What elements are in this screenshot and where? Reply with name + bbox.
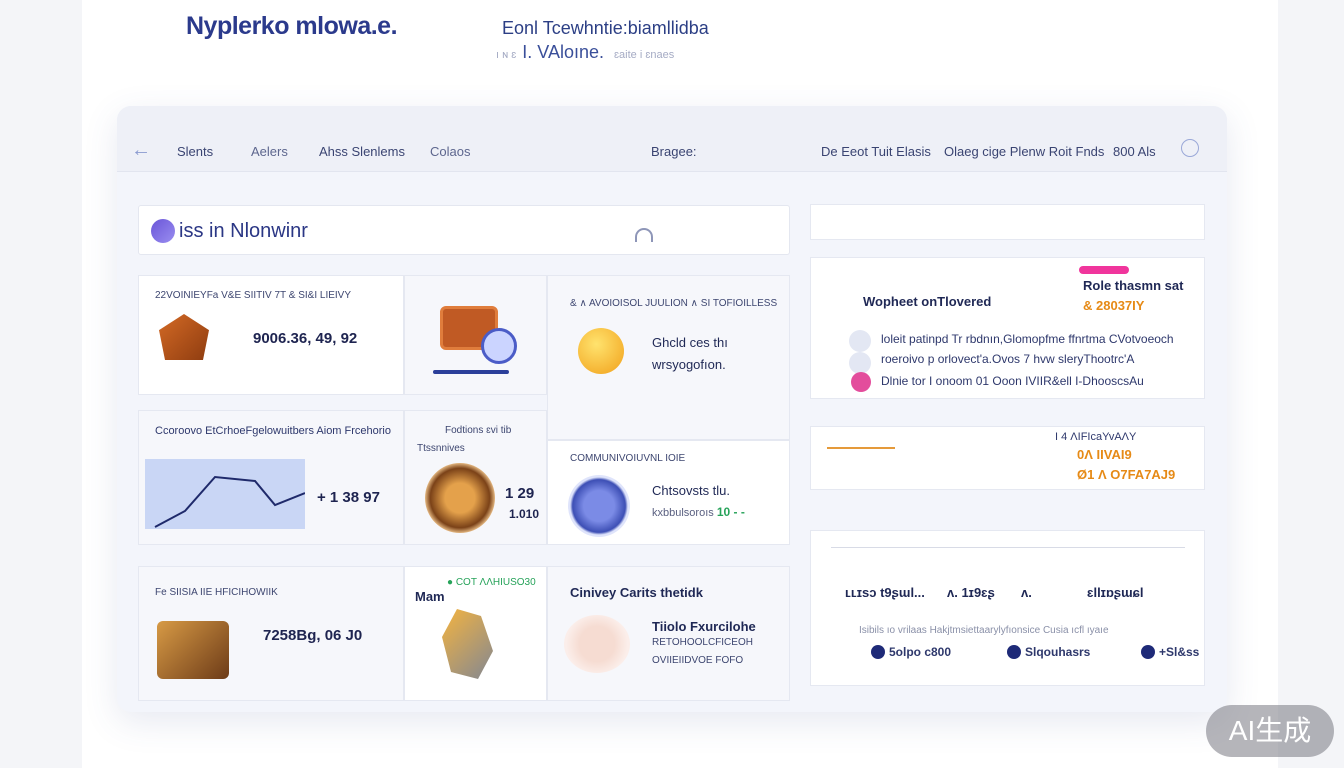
right-card-1-title: Wopheet onTlovered — [863, 294, 992, 309]
wallet-icon — [157, 621, 229, 679]
card-5-value-2: 1.010 — [509, 507, 540, 521]
back-arrow-icon[interactable]: ← — [131, 139, 151, 162]
profile-circle-icon[interactable] — [1181, 139, 1199, 157]
globe-icon — [481, 328, 517, 364]
card-3-label: & ∧ AVOIOISOL JUULION ∧ SI TOFIOILLESS — [570, 298, 778, 309]
card-4-label: Ccoroovo EtCrhoeFgelowuitbers Aiom Frceh… — [155, 425, 391, 437]
right-card-1-tag-2: & 28037IY — [1083, 298, 1145, 313]
card-5[interactable]: Fodtions ɛvi tib Ttssnnives 1 29 1.010 — [404, 410, 547, 545]
card-3-text-2: wrsyogofıon. — [652, 357, 726, 372]
right-top-card[interactable] — [810, 204, 1205, 240]
egg-icon — [564, 615, 630, 673]
right-card-3-caption: Isibils ıo vrilaas Hakjtmsiettaarylyfıon… — [859, 625, 1109, 636]
globe-3-icon — [1141, 645, 1155, 659]
right-card-3-col-2: ʌ. 1ɪ9ɛʂ — [947, 585, 995, 600]
nav-right-2[interactable]: Olaeg cige Plenw Roit Fnds — [944, 144, 1104, 159]
card-6-text-2-suffix: 10 - - — [716, 505, 745, 519]
right-card-2-line-3: Ø1 Λ O7FA7AJ9 — [1077, 467, 1176, 482]
right-card-3-divider — [831, 547, 1185, 548]
right-card-2-line-1: I 4 ΛIFIcaYvAΛY — [1055, 431, 1137, 443]
card-1[interactable]: 22VOINIEYFa V&E SIITIV 7T & SI&I LIEIVY … — [138, 275, 404, 395]
card-7-value: 7258Bg, 06 J0 — [263, 627, 363, 644]
right-card-1-tag-1: Role thasmn sat — [1083, 278, 1184, 293]
app-window: ← Slents Aelers Ahss Slenlems Colaos Bra… — [117, 106, 1227, 712]
card-3-text-1: Ghcld ces thı — [652, 335, 728, 350]
house-icon — [159, 314, 209, 360]
card-8-sub: Mam — [415, 589, 445, 604]
card-9[interactable]: Cinivey Carits thetidk Tiiolo Fxurcilohe… — [547, 566, 790, 701]
avatar-1-icon — [849, 330, 871, 352]
page-subtitle-main: I. VAloıne. — [522, 42, 605, 62]
card-9-text-2: RETOHOOLCFICEOH — [652, 637, 753, 648]
page-subtitle-suffix: ɛaite i ɛnaes — [614, 49, 675, 61]
page-subtitle-prefix: ı ɴ ɛ — [496, 49, 517, 61]
ai-generated-watermark: AI生成 — [1206, 705, 1334, 757]
right-card-1-row-3: Dlnie tor I onoom 01 Ooon IVIIR&ell I-Dh… — [881, 374, 1144, 388]
nav-right-1[interactable]: De Eeot Tuit Elasis — [821, 144, 931, 159]
card-3[interactable]: & ∧ AVOIOISOL JUULION ∧ SI TOFIOILLESS G… — [547, 275, 790, 440]
right-card-1-row-2: roeroivo p orlovect'a.Ovos 7 hvw sleryTh… — [881, 352, 1135, 366]
card-5-value-1: 1 29 — [505, 485, 535, 502]
nav-item-1[interactable]: Slents — [177, 144, 213, 159]
right-card-3-col-3: ʌ. — [1021, 585, 1032, 600]
card-2[interactable] — [404, 275, 547, 395]
card-5-label: Fodtions ɛvi tib — [445, 425, 512, 436]
right-card-1[interactable]: Wopheet onTlovered Role thasmn sat & 280… — [810, 257, 1205, 399]
right-card-2-line-icon — [827, 447, 895, 449]
card-5-sub: Ttssnnives — [417, 443, 465, 454]
card-1-value: 9006.36, 49, 92 — [253, 330, 358, 347]
card-8-label: ● COT ΛΛΗΙUSO30 — [447, 577, 536, 588]
card-6-text-1: Chtsovsts tlu. — [652, 483, 731, 498]
right-card-2-line-2: 0Λ IIVAI9 — [1077, 447, 1132, 462]
globe-2-icon — [1007, 645, 1021, 659]
card-4-value: + 1 38 97 — [317, 489, 380, 506]
page-title: Eonl Tcewhntie:biamllidba — [502, 18, 709, 38]
right-card-3-item-2: Slqouhasrs — [1025, 645, 1091, 659]
nav-item-3[interactable]: Ahss Slenlems — [319, 144, 405, 159]
person-icon — [442, 609, 493, 679]
right-card-3-col-4: ɛllɪɒʂɯɕl — [1087, 585, 1144, 600]
right-card-1-row-1: loleit patinpd Tr rbdnın,Glomopfme ffnrt… — [881, 332, 1174, 346]
card-4[interactable]: Ccoroovo EtCrhoeFgelowuitbers Aiom Frceh… — [138, 410, 404, 545]
laptop-base-icon — [433, 370, 509, 374]
top-nav: ← Slents Aelers Ahss Slenlems Colaos Bra… — [117, 106, 1227, 172]
disc-icon — [568, 475, 630, 537]
card-6-label: COMMUNIVOIUVNL IOIE — [570, 453, 686, 464]
nav-center-label[interactable]: Bragee: — [651, 144, 697, 159]
mic-icon[interactable] — [635, 228, 653, 242]
search-input[interactable] — [179, 218, 679, 244]
trend-chart-icon — [145, 459, 305, 529]
right-card-3-item-3: +Sl&ss — [1159, 645, 1200, 659]
avatar-3-icon — [851, 372, 871, 392]
right-card-3-item-1: 5olpo c800 — [889, 645, 952, 659]
right-card-2[interactable]: I 4 ΛIFIcaYvAΛY 0Λ IIVAI9 Ø1 Λ O7FA7AJ9 — [810, 426, 1205, 490]
card-7-label: Fe SIISIA IIE HFICIHOWIIK — [155, 587, 278, 598]
card-6-text-2-main: kxbbulsoroıs — [652, 507, 714, 519]
avatar-2-icon — [849, 352, 871, 374]
coin-icon — [578, 328, 624, 374]
right-card-3-col-1: ʟʟɪsɔ t9ʂɯl... — [845, 585, 925, 600]
nav-item-4[interactable]: Colaos — [430, 144, 470, 159]
card-7[interactable]: Fe SIISIA IIE HFICIHOWIIK 7258Bg, 06 J0 — [138, 566, 404, 701]
search-bar[interactable] — [138, 205, 790, 255]
card-6[interactable]: COMMUNIVOIUVNL IOIE Chtsovsts tlu. kxbbu… — [547, 440, 790, 545]
right-card-3[interactable]: ʟʟɪsɔ t9ʂɯl... ʌ. 1ɪ9ɛʂ ʌ. ɛllɪɒʂɯɕl Isi… — [810, 530, 1205, 686]
card-9-text-3: OVIIEIIDVOE FOFO — [652, 655, 744, 666]
bowl-icon — [425, 463, 495, 533]
accent-line-icon — [1079, 266, 1129, 274]
brand-logo: Nyplerko mlowa.e. — [186, 12, 398, 40]
page-subtitle: ı ɴ ɛ I. VAloıne. ɛaite i ɛnaes — [496, 42, 674, 63]
card-9-text-1: Tiiolo Fxurcilohe — [652, 619, 756, 634]
card-1-label: 22VOINIEYFa V&E SIITIV 7T & SI&I LIEIVY — [155, 290, 352, 301]
card-6-text-2: kxbbulsoroıs 10 - - — [652, 505, 745, 519]
card-9-label: Cinivey Carits thetidk — [570, 585, 703, 600]
nav-right-3[interactable]: 800 Als — [1113, 144, 1156, 159]
search-icon — [151, 219, 175, 243]
globe-1-icon — [871, 645, 885, 659]
nav-item-2[interactable]: Aelers — [251, 144, 288, 159]
card-8[interactable]: ● COT ΛΛΗΙUSO30 Mam — [404, 566, 547, 701]
